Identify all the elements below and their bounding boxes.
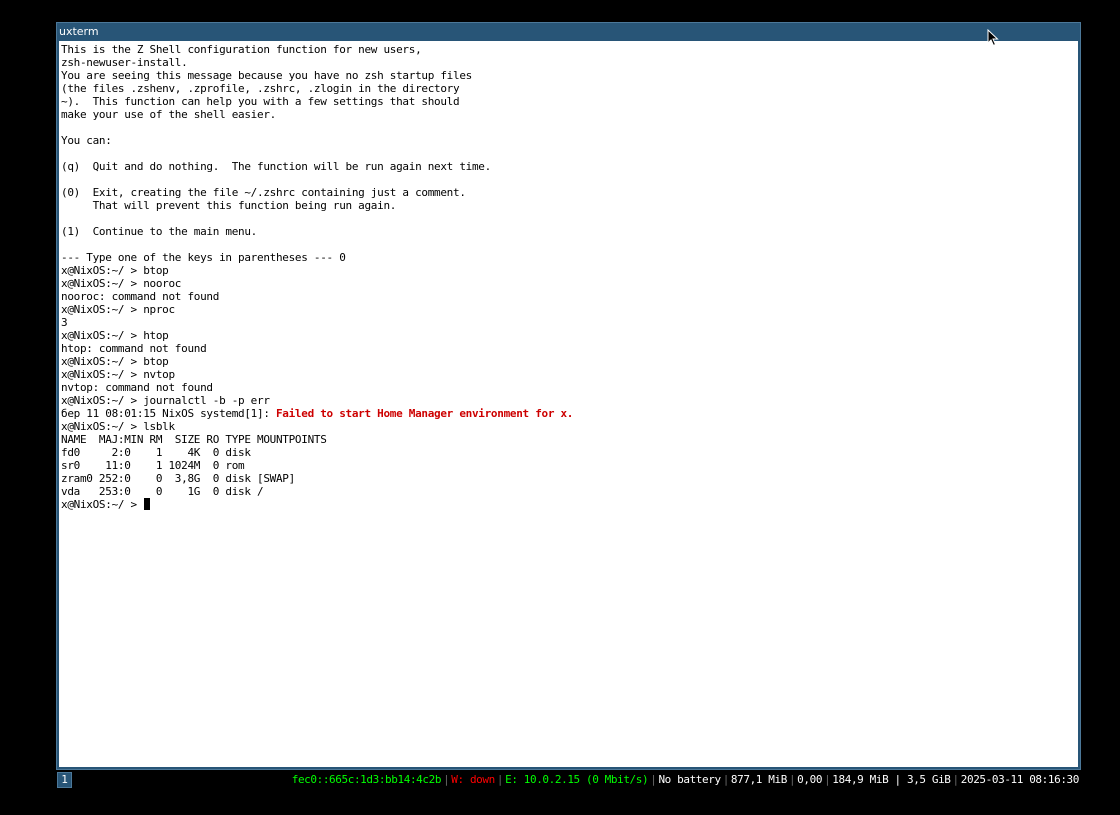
terminal-line-text: бер 11 08:01:15 NixOS systemd[1]:: [61, 407, 276, 420]
terminal-line-text: nooroc: command not found: [61, 290, 220, 303]
terminal-line-text: make your use of the shell easier.: [61, 108, 276, 121]
terminal-line-text: 3: [61, 316, 68, 329]
terminal-line: (0) Exit, creating the file ~/.zshrc con…: [61, 186, 573, 199]
terminal-line: (q) Quit and do nothing. The function wi…: [61, 160, 573, 173]
status-block: 184,9 MiB | 3,5 GiB: [832, 773, 951, 786]
terminal-line: x@NixOS:~/ > nvtop: [61, 368, 573, 381]
terminal-line-text: x@NixOS:~/ > btop: [61, 264, 169, 277]
terminal-line: --- Type one of the keys in parentheses …: [61, 251, 573, 264]
terminal-line: You are seeing this message because you …: [61, 69, 573, 82]
terminal-line-text: You are seeing this message because you …: [61, 69, 472, 82]
window-title[interactable]: uxterm: [57, 23, 1080, 40]
terminal-line: x@NixOS:~/ > btop: [61, 264, 573, 277]
status-block: No battery: [658, 773, 721, 786]
terminal-line-text: x@NixOS:~/ > htop: [61, 329, 169, 342]
terminal-line: 3: [61, 316, 573, 329]
terminal-line-text: zsh-newuser-install.: [61, 56, 188, 69]
terminal-line-text: x@NixOS:~/ > journalctl -b -p err: [61, 394, 270, 407]
terminal-line-text: vda 253:0 0 1G 0 disk /: [61, 485, 264, 498]
terminal-line-text: (1) Continue to the main menu.: [61, 225, 257, 238]
terminal-line: That will prevent this function being ru…: [61, 199, 573, 212]
status-block: 0,00: [797, 773, 823, 786]
terminal-line: x@NixOS:~/ > htop: [61, 329, 573, 342]
workspace-button-1[interactable]: 1: [57, 772, 72, 788]
terminal-line: You can:: [61, 134, 573, 147]
terminal-output: This is the Z Shell configuration functi…: [61, 43, 573, 511]
terminal-line: vda 253:0 0 1G 0 disk /: [61, 485, 573, 498]
terminal-line-text: x@NixOS:~/ >: [61, 498, 144, 511]
terminal-line: make your use of the shell easier.: [61, 108, 573, 121]
terminal-cursor: [144, 498, 151, 510]
terminal-line-text: htop: command not found: [61, 342, 207, 355]
terminal-line-text: fd0 2:0 1 4K 0 disk: [61, 446, 251, 459]
terminal-line-text: zram0 252:0 0 3,8G 0 disk [SWAP]: [61, 472, 295, 485]
terminal-line: (1) Continue to the main menu.: [61, 225, 573, 238]
terminal-line: бер 11 08:01:15 NixOS systemd[1]: Failed…: [61, 407, 573, 420]
terminal-line-text: (the files .zshenv, .zprofile, .zshrc, .…: [61, 82, 460, 95]
terminal-line: zsh-newuser-install.: [61, 56, 573, 69]
terminal-line-text: --- Type one of the keys in parentheses …: [61, 251, 346, 264]
terminal-line: htop: command not found: [61, 342, 573, 355]
terminal-window[interactable]: uxterm This is the Z Shell configuration…: [56, 22, 1081, 770]
terminal-line-text: x@NixOS:~/ > btop: [61, 355, 169, 368]
terminal-line: This is the Z Shell configuration functi…: [61, 43, 573, 56]
terminal-line: x@NixOS:~/ > nooroc: [61, 277, 573, 290]
terminal-line: x@NixOS:~/ > btop: [61, 355, 573, 368]
status-block: 2025-03-11 08:16:30: [960, 773, 1080, 786]
error-message: Failed to start Home Manager environment…: [275, 407, 574, 420]
status-bar: 1 fec0::665c:1d3:bb14:4c2b | W: down | E: 10…: [0, 771, 1120, 789]
mouse-pointer-icon: [987, 29, 999, 47]
status-block: W: down: [451, 773, 495, 786]
terminal-line: NAME MAJ:MIN RM SIZE RO TYPE MOUNTPOINTS: [61, 433, 573, 446]
terminal-line: x@NixOS:~/ > lsblk: [61, 420, 573, 433]
terminal-line-text: This is the Z Shell configuration functi…: [61, 43, 422, 56]
status-block: fec0::665c:1d3:bb14:4c2b: [291, 773, 442, 786]
terminal-line-text: x@NixOS:~/ > nvtop: [61, 368, 175, 381]
terminal-line: fd0 2:0 1 4K 0 disk: [61, 446, 573, 459]
terminal-line-text: ~). This function can help you with a fe…: [61, 95, 460, 108]
terminal-line-text: (0) Exit, creating the file ~/.zshrc con…: [61, 186, 466, 199]
terminal-area[interactable]: This is the Z Shell configuration functi…: [59, 41, 1078, 767]
terminal-line-text: nvtop: command not found: [61, 381, 213, 394]
terminal-line-text: You can:: [61, 134, 112, 147]
terminal-line-text: (q) Quit and do nothing. The function wi…: [61, 160, 491, 173]
terminal-line: zram0 252:0 0 3,8G 0 disk [SWAP]: [61, 472, 573, 485]
terminal-line: ~). This function can help you with a fe…: [61, 95, 573, 108]
terminal-line: nooroc: command not found: [61, 290, 573, 303]
status-block: 877,1 MiB: [730, 773, 787, 786]
terminal-line: nvtop: command not found: [61, 381, 573, 394]
terminal-line-text: That will prevent this function being ru…: [61, 199, 397, 212]
terminal-line-text: sr0 11:0 1 1024M 0 rom: [61, 459, 245, 472]
terminal-line-text: x@NixOS:~/ > nooroc: [61, 277, 182, 290]
terminal-line-text: x@NixOS:~/ > lsblk: [61, 420, 175, 433]
terminal-line: x@NixOS:~/ >: [61, 498, 573, 511]
terminal-line: sr0 11:0 1 1024M 0 rom: [61, 459, 573, 472]
terminal-line: x@NixOS:~/ > nproc: [61, 303, 573, 316]
terminal-line-text: x@NixOS:~/ > nproc: [61, 303, 175, 316]
terminal-line: x@NixOS:~/ > journalctl -b -p err: [61, 394, 573, 407]
terminal-line-text: NAME MAJ:MIN RM SIZE RO TYPE MOUNTPOINTS: [61, 433, 327, 446]
status-blocks: fec0::665c:1d3:bb14:4c2b | W: down | E: 10.0…: [290, 771, 1081, 789]
terminal-line: (the files .zshenv, .zprofile, .zshrc, .…: [61, 82, 573, 95]
status-block: E: 10.0.2.15 (0 Mbit/s): [505, 773, 649, 786]
